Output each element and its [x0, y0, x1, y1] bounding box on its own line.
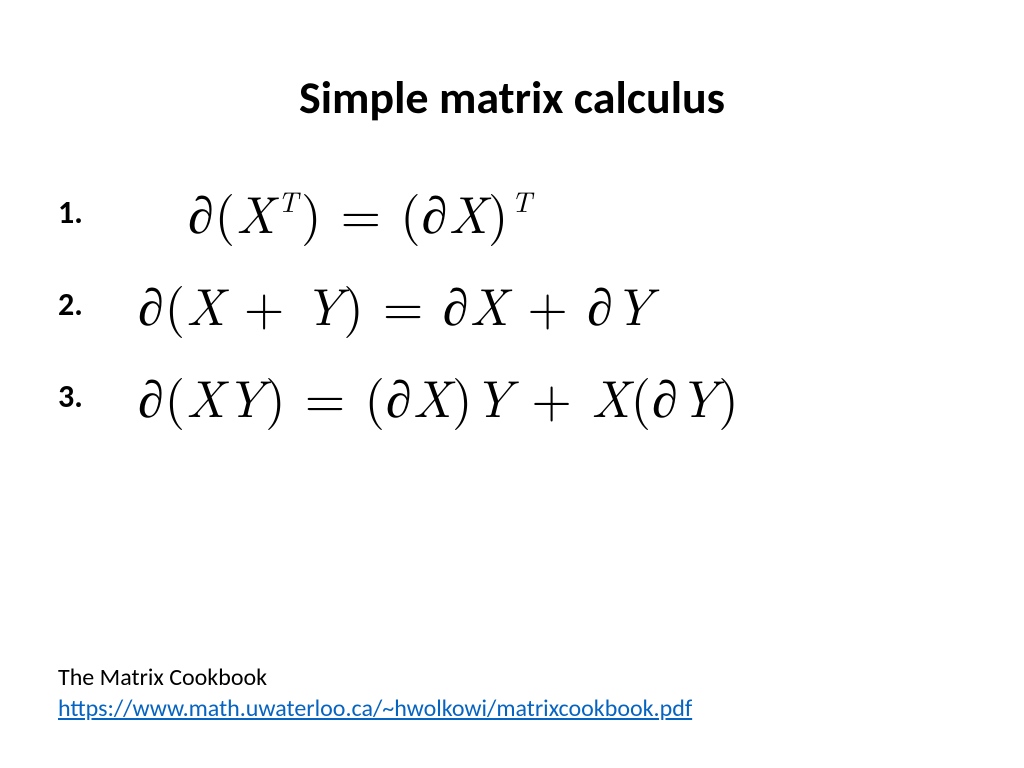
slide-title: Simple matrix calculus	[0, 70, 1024, 126]
reference-link[interactable]: https://www.math.uwaterloo.ca/~hwolkowi/…	[58, 693, 692, 724]
equation: ∂(X + Y) = ∂X + ∂Y	[138, 267, 654, 341]
reference-title: The Matrix Cookbook	[58, 662, 692, 693]
item-number: 2.	[58, 285, 118, 324]
item-number: 3.	[58, 377, 118, 416]
list-item: 1. ∂(XT) = (∂X)T	[58, 175, 740, 249]
item-number: 1.	[58, 193, 118, 232]
reference-footer: The Matrix Cookbook https://www.math.uwa…	[58, 662, 692, 724]
list-item: 3. ∂(XY) = (∂X)Y + X(∂Y)	[58, 359, 740, 433]
equation: ∂(XY) = (∂X)Y + X(∂Y)	[138, 359, 740, 433]
equation: ∂(XT) = (∂X)T	[188, 175, 535, 249]
equation-list: 1. ∂(XT) = (∂X)T 2. ∂(X + Y) = ∂X + ∂Y 3…	[58, 175, 740, 451]
list-item: 2. ∂(X + Y) = ∂X + ∂Y	[58, 267, 740, 341]
